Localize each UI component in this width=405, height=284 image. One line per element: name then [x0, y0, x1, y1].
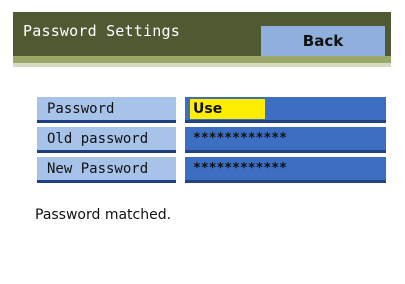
old-password-label: Old password — [37, 127, 176, 153]
password-use-value: Use — [190, 99, 265, 119]
new-password-label: New Password — [37, 157, 176, 183]
header-bar: Password Settings Back — [13, 12, 391, 59]
header-divider-light — [13, 63, 391, 67]
password-label: Password — [37, 97, 176, 123]
header-divider — [13, 56, 391, 63]
status-message: Password matched. — [35, 207, 172, 223]
password-settings-screen: Password Settings Back Password Use Old … — [13, 12, 391, 276]
new-password-field[interactable]: ************ — [185, 157, 386, 183]
password-value-field[interactable]: Use — [185, 97, 386, 123]
page-title: Password Settings — [23, 22, 180, 40]
old-password-field[interactable]: ************ — [185, 127, 386, 153]
back-button[interactable]: Back — [261, 26, 385, 59]
